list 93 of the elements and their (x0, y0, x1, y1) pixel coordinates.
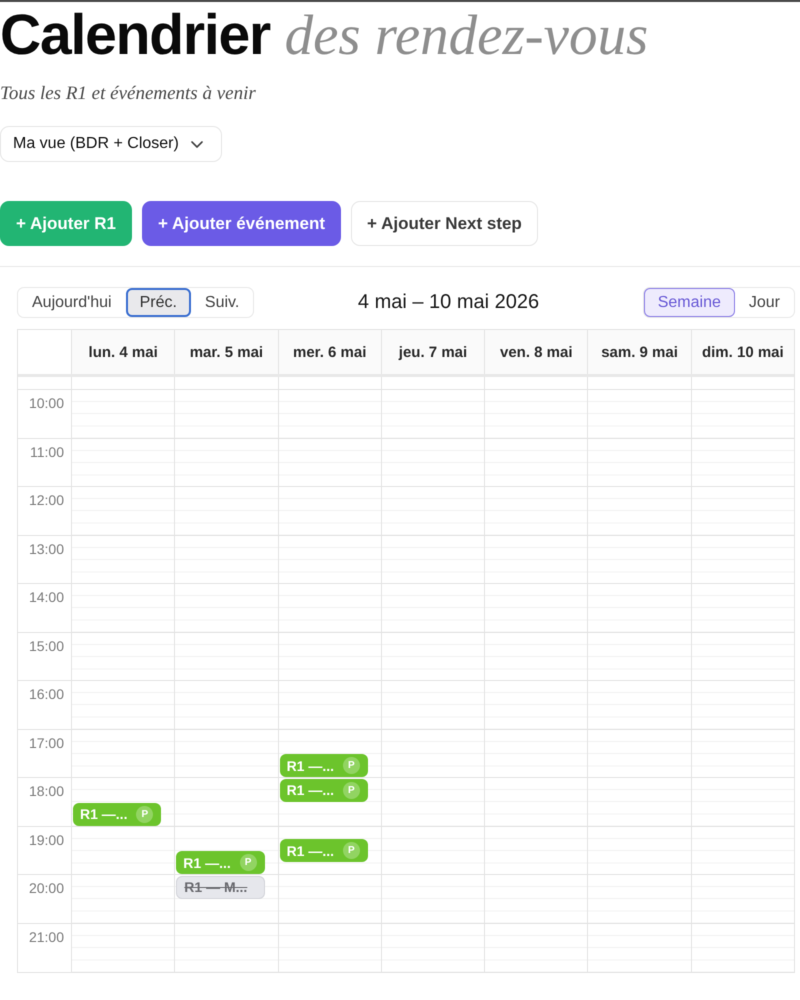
time-label: 11:00 (30, 444, 64, 460)
time-slot[interactable] (692, 730, 794, 778)
event-chip[interactable]: R1 —... P (73, 802, 162, 826)
time-label: 20:00 (28, 880, 64, 896)
time-label: 21:00 (28, 928, 64, 944)
time-slot[interactable] (175, 924, 278, 972)
time-label: 19:00 (28, 832, 64, 848)
time-slot[interactable] (382, 826, 484, 875)
time-slot[interactable] (382, 730, 484, 778)
initial-badge: P (240, 854, 257, 872)
time-slot[interactable] (588, 438, 691, 487)
time-slot[interactable] (485, 438, 588, 487)
time-slot[interactable] (692, 438, 794, 487)
time-slot[interactable] (692, 875, 794, 924)
add-button[interactable]: + Ajouter R1 (0, 201, 132, 246)
time-label: 13:00 (28, 540, 64, 556)
time-slot[interactable] (278, 632, 381, 681)
time-slot[interactable] (278, 924, 381, 972)
time-slot[interactable] (485, 826, 588, 875)
time-slot[interactable] (692, 681, 794, 730)
time-slot[interactable] (692, 778, 794, 826)
day-header: mer. 6 mai (278, 330, 382, 374)
event-chip[interactable]: R1 — M... (176, 876, 265, 898)
time-slot[interactable] (485, 730, 588, 778)
day-header: dim. 10 mai (692, 330, 794, 374)
time-slot[interactable] (382, 438, 484, 487)
time-label: 14:00 (28, 589, 64, 605)
time-slot[interactable] (588, 730, 691, 778)
time-label: 10:00 (28, 395, 64, 411)
initial-badge: P (342, 782, 360, 798)
day-header: ven. 8 mai (485, 330, 588, 374)
time-slot[interactable] (588, 826, 691, 875)
time-slot[interactable] (175, 632, 278, 681)
time-slot[interactable] (278, 536, 381, 584)
day-header: sam. 9 mai (588, 330, 692, 374)
time-slot[interactable] (175, 730, 278, 778)
time-label: 16:00 (28, 686, 64, 702)
add-button[interactable]: + Ajouter événement (142, 201, 342, 246)
time-slot[interactable] (382, 924, 484, 972)
day-header: mar. 5 mai (175, 330, 279, 374)
time-slot[interactable] (72, 632, 174, 681)
time-label: 18:00 (28, 783, 64, 799)
event-chip[interactable]: R1 —... P (280, 839, 368, 862)
time-slot[interactable] (692, 487, 794, 536)
time-slot[interactable] (278, 438, 381, 487)
time-slot[interactable] (485, 632, 588, 681)
day-header: lun. 4 mai (72, 330, 176, 374)
time-slot[interactable] (382, 632, 484, 681)
view-tab[interactable]: Jour (734, 288, 794, 317)
time-slot[interactable] (692, 584, 794, 632)
time-slot[interactable] (692, 826, 794, 875)
nav-button[interactable]: Suiv. (190, 288, 254, 317)
view-dropdown[interactable]: Ma vue (BDR + Closer) (0, 126, 222, 162)
time-slot[interactable]: R1 —... P (175, 826, 278, 875)
time-slot[interactable] (72, 924, 174, 972)
time-label: 17:00 (28, 734, 64, 750)
time-slot[interactable]: R1 —... P (278, 826, 381, 875)
time-label: 15:00 (28, 638, 64, 654)
view-tab[interactable]: Semaine (644, 288, 735, 317)
page-title: Calendrier des rendez-vous (0, 7, 650, 64)
time-slot[interactable] (175, 438, 278, 487)
time-slot[interactable] (382, 536, 484, 584)
time-slot[interactable]: R1 —... P (278, 778, 381, 826)
time-label: 12:00 (28, 492, 64, 508)
page-subtitle: Tous les R1 et événements à venir (0, 82, 257, 106)
nav-button[interactable]: Préc. (126, 288, 191, 317)
event-chip[interactable]: R1 —... P (280, 778, 368, 802)
time-slot[interactable] (692, 632, 794, 681)
time-slot[interactable]: R1 —... P (278, 730, 381, 778)
time-slot[interactable] (692, 536, 794, 584)
time-slot[interactable] (175, 536, 278, 584)
time-slot[interactable] (72, 730, 174, 778)
chevron-icon (190, 140, 203, 148)
time-slot[interactable] (588, 632, 691, 681)
time-slot[interactable] (692, 390, 794, 438)
time-slot[interactable] (692, 924, 794, 972)
time-slot[interactable] (588, 924, 691, 972)
initial-badge: P (342, 842, 360, 860)
time-slot[interactable] (72, 438, 174, 487)
time-slot[interactable] (588, 536, 691, 584)
initial-badge: P (136, 806, 154, 823)
nav-button[interactable]: Aujourd'hui (18, 288, 126, 317)
time-slot[interactable]: R1 — M... (175, 875, 278, 924)
add-button[interactable]: + Ajouter Next step (351, 201, 538, 246)
event-chip[interactable]: R1 —... P (280, 754, 368, 778)
time-slot[interactable] (485, 536, 588, 584)
time-slot[interactable] (485, 924, 588, 972)
time-slot[interactable] (72, 536, 174, 584)
date-range: 4 mai – 10 mai 2026 (358, 291, 540, 314)
day-header: jeu. 7 mai (382, 330, 486, 374)
event-chip[interactable]: R1 —... P (176, 851, 265, 874)
time-slot[interactable] (72, 826, 174, 875)
initial-badge: P (342, 757, 360, 774)
